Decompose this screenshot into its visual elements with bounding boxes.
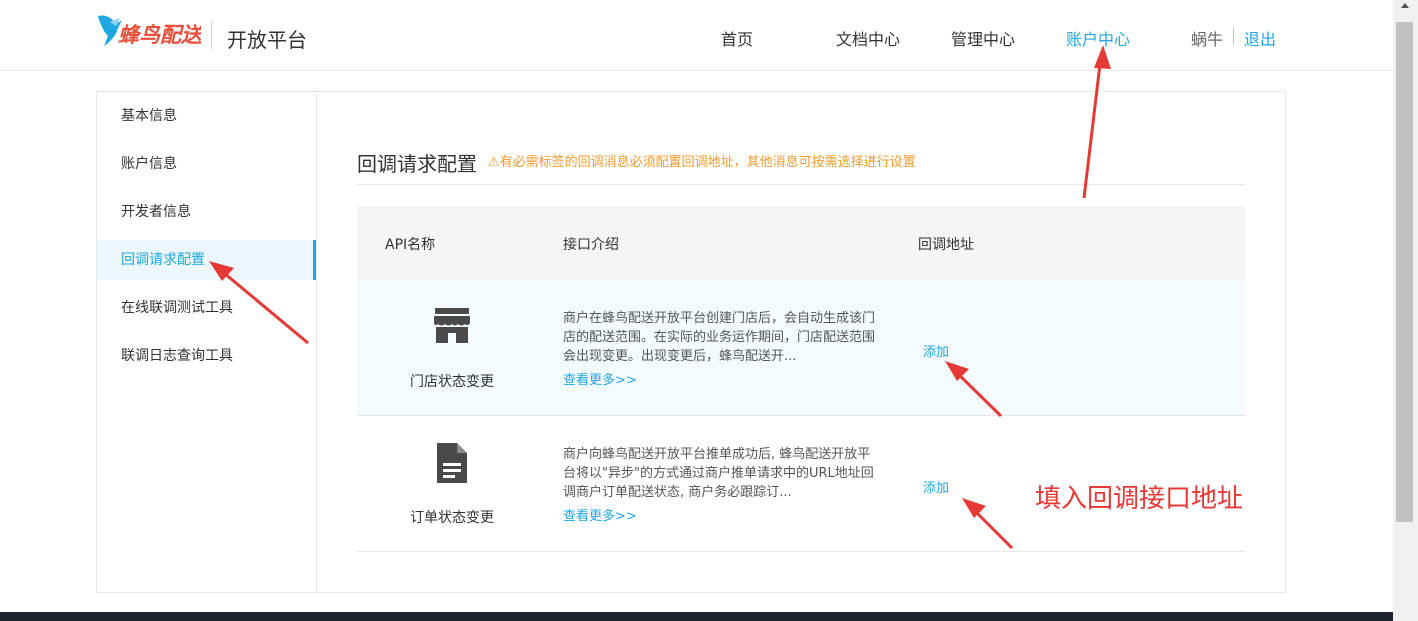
document-icon [433, 441, 471, 483]
api-description: 商户向蜂鸟配送开放平台推单成功后, 蜂鸟配送开放平台将以"异步"的方式通过商户推… [563, 447, 874, 500]
annotation-label: 填入回调接口地址 [1035, 484, 1244, 514]
scroll-thumb[interactable] [1396, 22, 1413, 522]
sidebar-item-log-query-tool[interactable]: 联调日志查询工具 [97, 336, 316, 376]
hummingbird-logo-icon: 蜂鸟配送 [98, 15, 205, 47]
user-name[interactable]: 蜗牛 [1191, 26, 1223, 50]
table-row: 门店状态变更 商户在蜂鸟配送开放平台创建门店后，会自动生成该门店的配送范围。在实… [357, 280, 1245, 416]
store-icon [433, 305, 471, 345]
platform-title: 开放平台 [227, 28, 307, 52]
column-header-description: 接口介绍 [563, 237, 619, 253]
nav-account[interactable]: 账户中心 [1066, 26, 1130, 50]
sidebar-item-account-info[interactable]: 账户信息 [97, 144, 316, 184]
nav-docs[interactable]: 文档中心 [836, 26, 900, 50]
view-more-link[interactable]: 查看更多>> [563, 505, 637, 524]
vertical-scrollbar[interactable] [1393, 0, 1418, 621]
main-container: 基本信息 账户信息 开发者信息 回调请求配置 在线联调测试工具 联调日志查询工具… [96, 91, 1286, 593]
user-separator [1233, 27, 1234, 45]
footer-bar [0, 612, 1393, 621]
warning-message: ⚠有必需标签的回调消息必须配置回调地址，其他消息可按需选择进行设置 [488, 155, 916, 170]
sidebar-item-online-test-tool[interactable]: 在线联调测试工具 [97, 288, 316, 328]
nav-management[interactable]: 管理中心 [951, 26, 1015, 50]
sidebar: 基本信息 账户信息 开发者信息 回调请求配置 在线联调测试工具 联调日志查询工具 [97, 92, 317, 592]
nav-home[interactable]: 首页 [721, 26, 753, 50]
view-more-link[interactable]: 查看更多>> [563, 369, 637, 388]
sidebar-item-basic-info[interactable]: 基本信息 [97, 96, 316, 136]
sidebar-item-callback-config[interactable]: 回调请求配置 [97, 240, 316, 280]
scroll-up-arrow-icon[interactable] [1401, 3, 1409, 8]
add-callback-button[interactable]: 添加 [923, 477, 949, 496]
table-header: API名称 接口介绍 回调地址 [357, 206, 1245, 280]
logo-divider [211, 20, 212, 50]
sidebar-item-developer-info[interactable]: 开发者信息 [97, 192, 316, 232]
brand-logo[interactable]: 蜂鸟配送 [96, 12, 205, 48]
logout-link[interactable]: 退出 [1244, 26, 1276, 50]
column-header-api-name: API名称 [385, 237, 436, 253]
api-name: 订单状态变更 [410, 510, 494, 526]
content-area: 回调请求配置 ⚠有必需标签的回调消息必须配置回调地址，其他消息可按需选择进行设置… [357, 92, 1245, 592]
title-divider [357, 184, 1245, 185]
top-header: 蜂鸟配送 开放平台 首页 文档中心 管理中心 账户中心 蜗牛 退出 [0, 0, 1393, 71]
page-title: 回调请求配置 [357, 152, 477, 176]
add-callback-button[interactable]: 添加 [923, 341, 949, 360]
api-description: 商户在蜂鸟配送开放平台创建门店后，会自动生成该门店的配送范围。在实际的业务运作期… [563, 311, 876, 364]
brand-name: 蜂鸟配送 [118, 23, 201, 47]
api-name: 门店状态变更 [410, 374, 494, 390]
column-header-callback-url: 回调地址 [918, 237, 974, 253]
